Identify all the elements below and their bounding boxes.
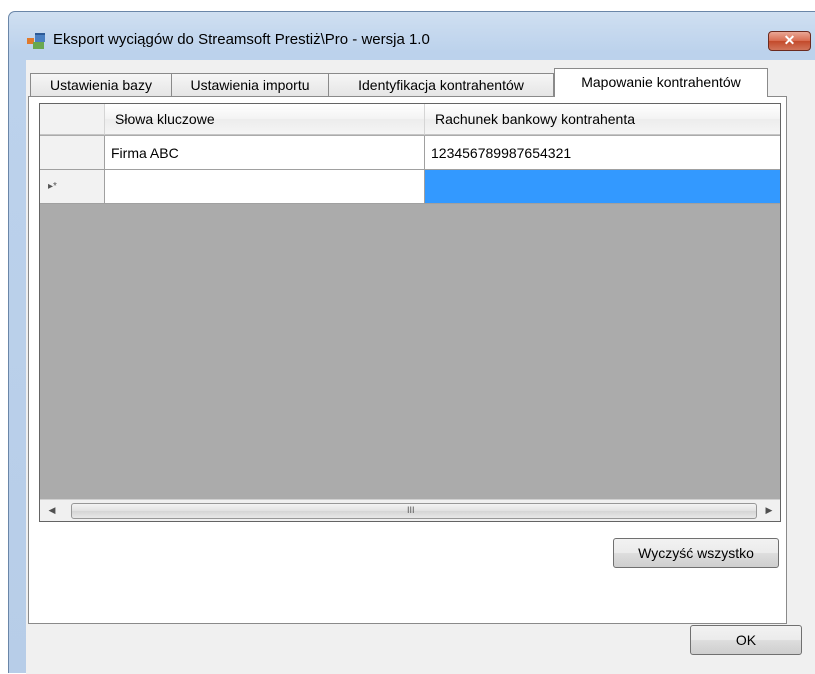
scrollbar-thumb[interactable]: III (71, 503, 757, 519)
title-bar[interactable]: Eksport wyciągów do Streamsoft Prestiż\P… (9, 12, 815, 60)
app-window-icon (27, 33, 45, 49)
cell-keywords[interactable]: Firma ABC (105, 136, 425, 170)
close-icon: ✕ (783, 32, 796, 48)
window-title: Eksport wyciągów do Streamsoft Prestiż\P… (53, 31, 430, 48)
new-row-indicator[interactable]: ▸* (40, 170, 105, 204)
table-row[interactable]: Firma ABC 123456789987654321 (40, 136, 780, 170)
tab-import-settings[interactable]: Ustawienia importu (171, 73, 329, 96)
scrollbar-grip: III (407, 505, 415, 515)
mapping-grid[interactable]: Słowa kluczowe Rachunek bankowy kontrahe… (39, 103, 781, 522)
dialog-client-area: Ustawienia bazy Ustawienia importu Ident… (26, 60, 815, 674)
horizontal-scrollbar[interactable]: ◀ III ▶ (40, 499, 780, 521)
row-header[interactable] (40, 136, 105, 170)
close-button[interactable]: ✕ (768, 31, 811, 51)
grid-header-row: Słowa kluczowe Rachunek bankowy kontrahe… (40, 104, 780, 135)
new-cell-bank-account-selected[interactable] (425, 170, 780, 204)
tab-contractor-identification[interactable]: Identyfikacja kontrahentów (328, 73, 554, 96)
tab-contractor-mapping[interactable]: Mapowanie kontrahentów (554, 68, 768, 97)
main-window: Eksport wyciągów do Streamsoft Prestiż\P… (8, 11, 815, 674)
cell-bank-account[interactable]: 123456789987654321 (425, 136, 780, 170)
grid-corner-header[interactable] (40, 104, 105, 135)
chevron-right-icon[interactable]: ▶ (763, 504, 775, 516)
new-table-row[interactable]: ▸* (40, 170, 780, 204)
column-header-bank-account[interactable]: Rachunek bankowy kontrahenta (425, 104, 780, 135)
tab-database-settings[interactable]: Ustawienia bazy (30, 73, 172, 96)
tab-strip: Ustawienia bazy Ustawienia importu Ident… (26, 68, 815, 97)
mapping-tab-panel: Słowa kluczowe Rachunek bankowy kontrahe… (28, 96, 787, 624)
chevron-left-icon[interactable]: ◀ (46, 504, 58, 516)
column-header-keywords[interactable]: Słowa kluczowe (105, 104, 425, 135)
clear-all-button[interactable]: Wyczyść wszystko (613, 538, 779, 568)
ok-button[interactable]: OK (690, 625, 802, 655)
new-cell-keywords[interactable] (105, 170, 425, 204)
